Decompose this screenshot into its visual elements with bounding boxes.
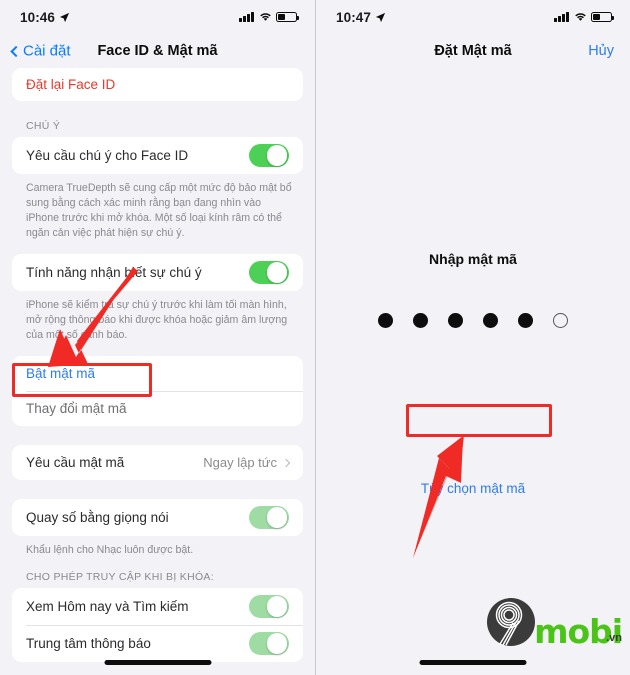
watermark-logo: mobi .vn	[486, 597, 623, 648]
passcode-dot-empty	[553, 313, 568, 328]
left-status-indicators	[239, 11, 299, 23]
passcode-dot-filled	[483, 313, 498, 328]
cellular-bars-icon	[554, 12, 569, 22]
wifi-icon	[259, 13, 271, 21]
voice-dial-group: Quay số bằng giọng nói	[12, 499, 303, 536]
allow-access-row-notification-center[interactable]: Trung tâm thông báo	[12, 625, 303, 662]
require-attention-toggle[interactable]	[249, 143, 289, 168]
back-to-settings-button[interactable]: Cài đặt	[10, 42, 71, 60]
nine-circle-icon	[487, 598, 536, 646]
require-passcode-value-group: Ngay lập tức	[203, 455, 291, 470]
passcode-options-button[interactable]: Tùy chọn mật mã	[421, 481, 525, 496]
reset-faceid-group: Đặt lại Face ID	[12, 68, 303, 101]
attention-aware-row[interactable]: Tính năng nhận biết sự chú ý	[12, 254, 303, 291]
reset-faceid-row[interactable]: Đặt lại Face ID	[12, 68, 303, 101]
home-indicator	[104, 659, 211, 665]
cellular-bars-icon	[239, 12, 254, 22]
right-nav-bar: Đặt Mật mã Hủy	[316, 34, 630, 68]
turn-on-passcode-row[interactable]: Bật mật mã	[12, 356, 303, 391]
passcode-options-row[interactable]: Tùy chọn mật mã	[316, 480, 630, 498]
voice-dial-toggle[interactable]	[249, 505, 289, 530]
require-attention-group: Yêu cầu chú ý cho Face ID	[12, 137, 303, 174]
right-phone-screen: 10:47 Đặt Mật mã Hủy Nhập mật mã Tùy chọ…	[315, 0, 630, 675]
attention-aware-group: Tính năng nhận biết sự chú ý	[12, 254, 303, 291]
left-nav-bar: Cài đặt Face ID & Mật mã	[0, 34, 315, 68]
battery-low-icon	[591, 11, 614, 23]
voice-dial-footer: Khẩu lệnh cho Nhạc luôn được bật.	[26, 544, 194, 556]
attention-aware-label: Tính năng nhận biết sự chú ý	[26, 265, 202, 280]
location-arrow-icon	[375, 12, 386, 22]
dual-screenshot-stage: 10:46 Cài đặt Face ID & Mật mã Đặt lại F…	[0, 0, 630, 675]
left-phone-screen: 10:46 Cài đặt Face ID & Mật mã Đặt lại F…	[0, 0, 315, 675]
reset-faceid-label: Đặt lại Face ID	[26, 77, 116, 92]
require-attention-footer: Camera TrueDepth sẽ cung cấp một mức độ …	[26, 182, 292, 239]
allow-access-row-today[interactable]: Xem Hôm nay và Tìm kiếm	[12, 588, 303, 625]
passcode-entry-area: Nhập mật mã Tùy chọn mật mã	[316, 68, 630, 675]
allow-access-group: Xem Hôm nay và Tìm kiếm Trung tâm thông …	[12, 588, 303, 662]
back-label: Cài đặt	[23, 42, 71, 60]
left-status-time-group: 10:46	[20, 10, 70, 25]
require-passcode-group: Yêu cầu mật mã Ngay lập tức	[12, 445, 303, 480]
change-passcode-row[interactable]: Thay đổi mật mã	[12, 391, 303, 426]
require-passcode-value: Ngay lập tức	[203, 455, 277, 470]
voice-dial-label: Quay số bằng giọng nói	[26, 510, 169, 525]
change-passcode-label: Thay đổi mật mã	[26, 401, 127, 416]
right-status-time-group: 10:47	[336, 10, 386, 25]
passcode-dot-filled	[378, 313, 393, 328]
passcode-dot-filled	[448, 313, 463, 328]
attention-section-header: CHÚ Ý	[26, 120, 61, 132]
wifi-icon	[574, 13, 586, 21]
settings-scroll-area[interactable]: Đặt lại Face ID CHÚ Ý Yêu cầu chú ý cho …	[0, 68, 315, 675]
logo-text-wrap: mobi .vn	[534, 614, 623, 647]
require-attention-row[interactable]: Yêu cầu chú ý cho Face ID	[12, 137, 303, 174]
passcode-prompt: Nhập mật mã	[429, 251, 517, 267]
passcode-dot-filled	[518, 313, 533, 328]
allow-access-label-today: Xem Hôm nay và Tìm kiếm	[26, 599, 189, 614]
cancel-button[interactable]: Hủy	[588, 43, 614, 59]
voice-dial-row[interactable]: Quay số bằng giọng nói	[12, 499, 303, 536]
require-attention-label: Yêu cầu chú ý cho Face ID	[26, 148, 189, 163]
allow-access-label-notification-center: Trung tâm thông báo	[26, 636, 151, 651]
allow-access-toggle-today[interactable]	[249, 594, 289, 619]
status-time: 10:47	[336, 9, 372, 25]
location-arrow-icon	[59, 12, 70, 22]
attention-aware-toggle[interactable]	[249, 260, 289, 285]
left-status-bar: 10:46	[0, 0, 315, 34]
passcode-dots	[316, 313, 630, 328]
set-passcode-title: Đặt Mật mã	[434, 43, 512, 59]
turn-on-passcode-label: Bật mật mã	[26, 366, 96, 381]
right-status-indicators	[554, 11, 614, 23]
passcode-group: Bật mật mã Thay đổi mật mã	[12, 356, 303, 426]
chevron-left-icon	[10, 45, 22, 57]
chevron-right-icon	[281, 458, 291, 467]
battery-low-icon	[276, 11, 299, 23]
right-status-bar: 10:47	[316, 0, 630, 34]
home-indicator	[419, 659, 527, 665]
allow-access-toggle-notification-center[interactable]	[249, 631, 289, 656]
require-passcode-label: Yêu cầu mật mã	[26, 455, 125, 470]
attention-aware-footer: iPhone sẽ kiểm tra sự chú ý trước khi là…	[26, 299, 288, 341]
logo-tld: .vn	[606, 632, 622, 644]
require-passcode-row[interactable]: Yêu cầu mật mã Ngay lập tức	[12, 445, 303, 480]
allow-access-header: CHO PHÉP TRUY CẬP KHI BỊ KHÓA:	[26, 571, 214, 583]
passcode-dot-filled	[413, 313, 428, 328]
status-time: 10:46	[20, 9, 56, 25]
